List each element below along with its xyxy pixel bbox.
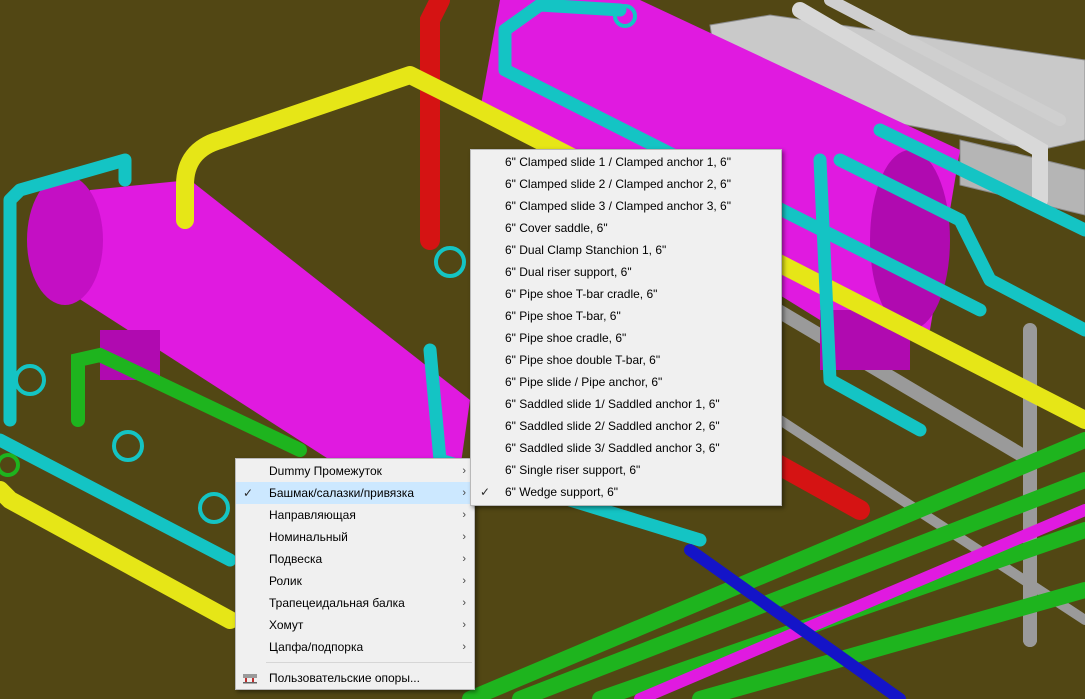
checkmark-icon: ✓ <box>242 486 254 500</box>
menu-item-shoe-slide-anchor[interactable]: ✓ Башмак/салазки/привязка › <box>236 482 474 504</box>
submenu-item[interactable]: 6" Cover saddle, 6" <box>471 217 781 239</box>
submenu-item-label: 6" Clamped slide 1 / Clamped anchor 1, 6… <box>505 155 731 169</box>
submenu-arrow-icon: › <box>462 575 466 587</box>
menu-item-clamp[interactable]: Хомут › <box>236 614 474 636</box>
submenu-item-label: 6" Cover saddle, 6" <box>505 221 608 235</box>
submenu-item[interactable]: 6" Clamped slide 3 / Clamped anchor 3, 6… <box>471 195 781 217</box>
submenu-arrow-icon: › <box>462 531 466 543</box>
menu-item-label: Номинальный <box>269 530 348 544</box>
menu-separator <box>266 662 472 663</box>
submenu-arrow-icon: › <box>462 509 466 521</box>
menu-item-trunnion-prop[interactable]: Цапфа/подпорка › <box>236 636 474 658</box>
submenu-item-label: 6" Pipe shoe T-bar cradle, 6" <box>505 287 658 301</box>
submenu-item-label: 6" Wedge support, 6" <box>505 485 619 499</box>
submenu-item[interactable]: 6" Clamped slide 1 / Clamped anchor 1, 6… <box>471 151 781 173</box>
menu-item-label: Пользовательские опоры... <box>269 671 420 685</box>
submenu-item[interactable]: 6" Saddled slide 1/ Saddled anchor 1, 6" <box>471 393 781 415</box>
submenu-item-label: 6" Pipe shoe cradle, 6" <box>505 331 627 345</box>
submenu-arrow-icon: › <box>462 465 466 477</box>
submenu-item[interactable]: 6" Saddled slide 2/ Saddled anchor 2, 6" <box>471 415 781 437</box>
submenu-item-label: 6" Saddled slide 3/ Saddled anchor 3, 6" <box>505 441 720 455</box>
submenu-item[interactable]: 6" Dual Clamp Stanchion 1, 6" <box>471 239 781 261</box>
support-type-context-menu: Dummy Промежуток › ✓ Башмак/салазки/прив… <box>235 458 475 690</box>
menu-item-label: Хомут <box>269 618 304 632</box>
submenu-item[interactable]: 6" Clamped slide 2 / Clamped anchor 2, 6… <box>471 173 781 195</box>
checkmark-icon: ✓ <box>479 485 491 499</box>
submenu-item-label: 6" Pipe slide / Pipe anchor, 6" <box>505 375 663 389</box>
submenu-item[interactable]: 6" Pipe slide / Pipe anchor, 6" <box>471 371 781 393</box>
submenu-item-label: 6" Clamped slide 2 / Clamped anchor 2, 6… <box>505 177 731 191</box>
submenu-item-label: 6" Saddled slide 2/ Saddled anchor 2, 6" <box>505 419 720 433</box>
submenu-item-wedge-support[interactable]: ✓ 6" Wedge support, 6" <box>471 481 781 503</box>
submenu-item[interactable]: 6" Pipe shoe cradle, 6" <box>471 327 781 349</box>
user-supports-icon <box>243 674 257 684</box>
submenu-item[interactable]: 6" Saddled slide 3/ Saddled anchor 3, 6" <box>471 437 781 459</box>
submenu-item[interactable]: 6" Pipe shoe double T-bar, 6" <box>471 349 781 371</box>
submenu-item-label: 6" Pipe shoe double T-bar, 6" <box>505 353 661 367</box>
submenu-arrow-icon: › <box>462 641 466 653</box>
submenu-arrow-icon: › <box>462 619 466 631</box>
submenu-item-label: 6" Saddled slide 1/ Saddled anchor 1, 6" <box>505 397 720 411</box>
menu-item-guide[interactable]: Направляющая › <box>236 504 474 526</box>
menu-item-label: Dummy Промежуток <box>269 464 382 478</box>
menu-item-roller[interactable]: Ролик › <box>236 570 474 592</box>
submenu-arrow-icon: › <box>462 597 466 609</box>
shoe-slide-anchor-submenu: 6" Clamped slide 1 / Clamped anchor 1, 6… <box>470 149 782 506</box>
menu-item-hanger[interactable]: Подвеска › <box>236 548 474 570</box>
menu-item-label: Ролик <box>269 574 302 588</box>
submenu-item-label: 6" Dual riser support, 6" <box>505 265 632 279</box>
submenu-item[interactable]: 6" Pipe shoe T-bar, 6" <box>471 305 781 327</box>
submenu-item[interactable]: 6" Dual riser support, 6" <box>471 261 781 283</box>
submenu-item-label: 6" Pipe shoe T-bar, 6" <box>505 309 621 323</box>
menu-item-label: Трапецеидальная балка <box>269 596 405 610</box>
menu-item-label: Цапфа/подпорка <box>269 640 364 654</box>
menu-item-nominal[interactable]: Номинальный › <box>236 526 474 548</box>
menu-item-label: Подвеска <box>269 552 323 566</box>
submenu-arrow-icon: › <box>462 553 466 565</box>
submenu-item-label: 6" Dual Clamp Stanchion 1, 6" <box>505 243 667 257</box>
submenu-item-label: 6" Single riser support, 6" <box>505 463 641 477</box>
menu-item-dummy-span[interactable]: Dummy Промежуток › <box>236 460 474 482</box>
submenu-item-label: 6" Clamped slide 3 / Clamped anchor 3, 6… <box>505 199 731 213</box>
submenu-item[interactable]: 6" Single riser support, 6" <box>471 459 781 481</box>
submenu-arrow-icon: › <box>462 487 466 499</box>
menu-item-trapeze-beam[interactable]: Трапецеидальная балка › <box>236 592 474 614</box>
menu-item-label: Направляющая <box>269 508 356 522</box>
menu-item-label: Башмак/салазки/привязка <box>269 486 414 500</box>
menu-item-user-supports[interactable]: Пользовательские опоры... <box>236 667 474 689</box>
submenu-item[interactable]: 6" Pipe shoe T-bar cradle, 6" <box>471 283 781 305</box>
